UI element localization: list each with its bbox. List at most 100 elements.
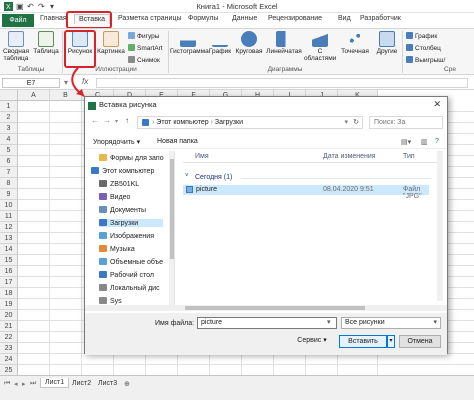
search-input[interactable]: Поиск: За xyxy=(369,116,443,129)
row-header-17[interactable]: 17 xyxy=(0,277,18,288)
nav-item[interactable]: Sys xyxy=(99,297,163,305)
tab-review[interactable]: Рецензирование xyxy=(268,15,322,22)
name-box[interactable]: E7 xyxy=(2,78,60,88)
table-button[interactable]: Таблица xyxy=(32,31,60,55)
address-dropdown-icon[interactable]: ▾ xyxy=(344,117,348,128)
row-header-4[interactable]: 4 xyxy=(0,134,18,145)
nav-item[interactable]: ZB501KL xyxy=(99,180,163,188)
smartart-button[interactable]: SmartArt xyxy=(128,44,163,52)
breadcrumb-downloads[interactable]: Загрузки xyxy=(215,119,243,126)
bar-chart-button[interactable]: Линейчатая xyxy=(266,31,302,55)
filename-dropdown-icon[interactable]: ▾ xyxy=(327,318,331,326)
column-header-a[interactable]: A xyxy=(18,90,50,101)
row-header-22[interactable]: 22 xyxy=(0,332,18,343)
group-collapse-icon[interactable]: ˅ xyxy=(185,173,189,179)
nav-scrollbar[interactable] xyxy=(169,151,174,311)
nav-item[interactable]: Формы для запо xyxy=(99,154,164,162)
back-icon[interactable]: ← xyxy=(91,116,99,125)
nav-scrollbar-thumb[interactable] xyxy=(170,159,174,259)
cancel-button[interactable]: Отмена xyxy=(399,335,441,348)
select-all-corner[interactable] xyxy=(0,90,18,101)
row-header-10[interactable]: 10 xyxy=(0,200,18,211)
sheet-nav-prev-icon[interactable]: ◂ xyxy=(14,380,18,388)
sparkline-winloss-button[interactable]: Выигрыш/ xyxy=(406,56,445,64)
row-header-25[interactable]: 25 xyxy=(0,365,18,375)
row-header-21[interactable]: 21 xyxy=(0,321,18,332)
column-header-date[interactable]: Дата изменения xyxy=(323,153,376,160)
horizontal-scrollbar[interactable] xyxy=(85,305,447,311)
sheet-nav-last-icon[interactable]: ⏭ xyxy=(30,380,36,388)
column-header-type[interactable]: Тип xyxy=(403,153,415,160)
pie-chart-button[interactable]: Круговая xyxy=(234,31,264,55)
view-options-icon[interactable]: ▤▾ xyxy=(401,138,411,146)
insert-button[interactable]: Вставить xyxy=(339,335,387,348)
shapes-button[interactable]: Фигуры xyxy=(128,32,159,40)
sheet-tab-3[interactable]: Лист3 xyxy=(98,380,117,387)
formula-input[interactable] xyxy=(96,78,468,88)
service-button[interactable]: Сервис ▾ xyxy=(289,335,335,348)
breadcrumb-this-pc[interactable]: Этот компьютер xyxy=(156,119,208,126)
nav-item[interactable]: Музыка xyxy=(99,245,163,253)
close-icon[interactable]: ✕ xyxy=(433,99,441,110)
refresh-icon[interactable]: ↻ xyxy=(353,117,359,128)
column-header-name[interactable]: Имя xyxy=(195,153,209,160)
histogram-button[interactable]: Гистограмма xyxy=(170,31,209,55)
sparkline-column-button[interactable]: Столбец xyxy=(406,44,441,52)
row-header-19[interactable]: 19 xyxy=(0,299,18,310)
sheet-nav-next-icon[interactable]: ▸ xyxy=(22,380,26,388)
help-icon[interactable]: ? xyxy=(435,138,439,145)
row-header-18[interactable]: 18 xyxy=(0,288,18,299)
sparkline-line-button[interactable]: График xyxy=(406,32,437,40)
insert-options-dropdown[interactable]: ▾ xyxy=(387,335,395,348)
nav-item[interactable]: Объемные объе xyxy=(99,258,163,266)
organize-button[interactable]: Упорядочить ▾ xyxy=(93,138,140,146)
row-header-8[interactable]: 8 xyxy=(0,178,18,189)
row-header-9[interactable]: 9 xyxy=(0,189,18,200)
area-chart-button[interactable]: С областями xyxy=(304,31,336,62)
nav-item[interactable]: Рабочий стол xyxy=(99,271,163,279)
pivot-table-button[interactable]: Сводная таблица xyxy=(2,31,30,62)
row-header-24[interactable]: 24 xyxy=(0,354,18,365)
row-header-11[interactable]: 11 xyxy=(0,211,18,222)
row-header-14[interactable]: 14 xyxy=(0,244,18,255)
recent-locations-icon[interactable]: ▾ xyxy=(115,118,118,125)
row-header-5[interactable]: 5 xyxy=(0,145,18,156)
row-header-7[interactable]: 7 xyxy=(0,167,18,178)
file-row-picture[interactable]: picture 08.04.2020 9:51 Файл "JPG" xyxy=(183,185,429,200)
line-chart-button[interactable]: График xyxy=(208,31,232,55)
row-header-1[interactable]: 1 xyxy=(0,101,18,112)
row-header-2[interactable]: 2 xyxy=(0,112,18,123)
row-header-16[interactable]: 16 xyxy=(0,266,18,277)
filetype-select[interactable]: Все рисунки ▾ xyxy=(341,317,441,329)
tab-formulas[interactable]: Формулы xyxy=(188,15,218,22)
sheet-tab-2[interactable]: Лист2 xyxy=(72,380,91,387)
preview-pane-icon[interactable]: ▥ xyxy=(421,138,428,146)
tab-file[interactable]: Файл xyxy=(2,14,34,27)
column-header-b[interactable]: B xyxy=(50,90,82,101)
nav-item[interactable]: Этот компьютер xyxy=(91,167,163,175)
row-header-12[interactable]: 12 xyxy=(0,222,18,233)
nav-item[interactable]: Изображения xyxy=(99,232,163,240)
tab-data[interactable]: Данные xyxy=(232,15,257,22)
group-header-today[interactable]: Сегодня (1) xyxy=(195,174,232,181)
row-header-15[interactable]: 15 xyxy=(0,255,18,266)
row-header-20[interactable]: 20 xyxy=(0,310,18,321)
tab-page-layout[interactable]: Разметка страницы xyxy=(118,15,182,22)
tab-home[interactable]: Главная xyxy=(40,15,67,22)
other-charts-button[interactable]: Другие xyxy=(374,31,400,55)
filename-input[interactable]: picture xyxy=(197,317,337,329)
forward-icon[interactable]: → xyxy=(103,116,111,125)
address-bar[interactable]: › Этот компьютер › Загрузки ▾ ↻ xyxy=(137,116,363,129)
tab-view[interactable]: Вид xyxy=(338,15,351,22)
horizontal-scrollbar-thumb[interactable] xyxy=(185,306,365,310)
new-folder-button[interactable]: Новая папка xyxy=(157,138,198,145)
name-box-dropdown-icon[interactable]: ▾ xyxy=(64,78,68,87)
up-icon[interactable]: ↑ xyxy=(125,116,129,125)
function-icon[interactable]: fx xyxy=(82,77,88,86)
row-header-13[interactable]: 13 xyxy=(0,233,18,244)
row-header-23[interactable]: 23 xyxy=(0,343,18,354)
tab-developer[interactable]: Разработчик xyxy=(360,15,401,22)
nav-item[interactable]: Загрузки xyxy=(99,219,163,227)
new-sheet-icon[interactable]: ⊕ xyxy=(124,380,130,388)
file-list-scrollbar[interactable] xyxy=(437,151,443,301)
